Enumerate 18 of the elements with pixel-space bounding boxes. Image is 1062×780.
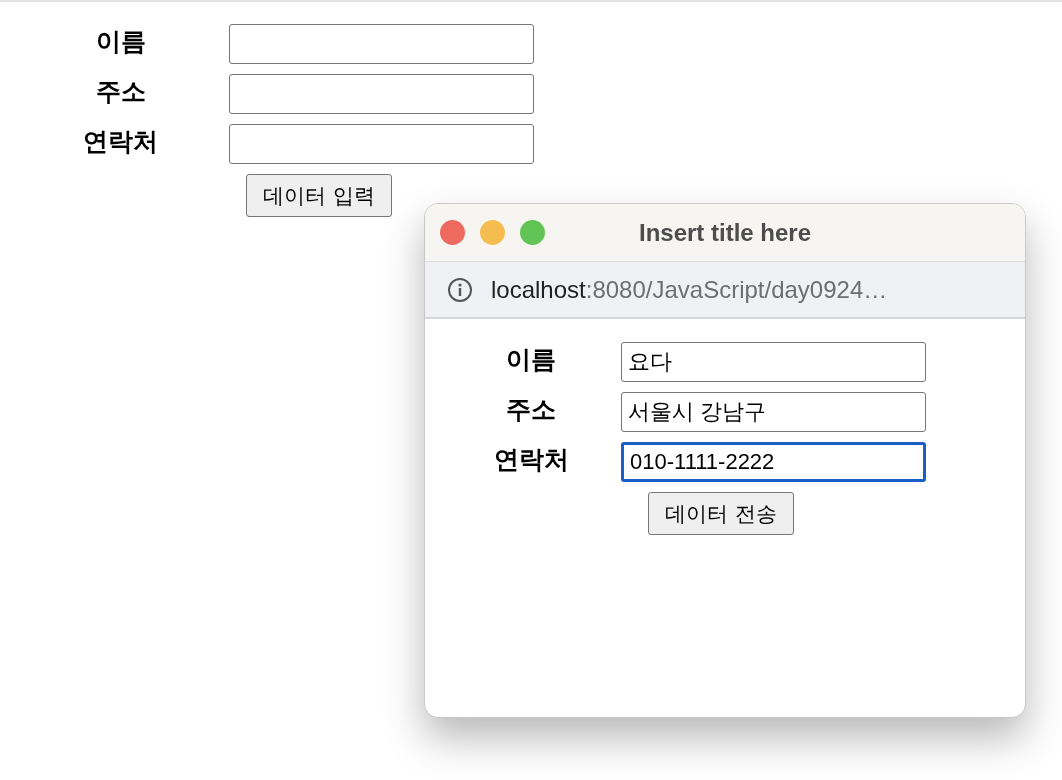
field-label: 연락처	[82, 126, 159, 158]
input-field[interactable]: 요다	[621, 342, 926, 382]
field-label: 주소	[94, 76, 147, 108]
field-label: 연락처	[492, 444, 570, 476]
input-field[interactable]	[229, 74, 534, 114]
info-icon[interactable]	[447, 276, 473, 303]
input-field[interactable]	[229, 124, 534, 164]
field-label: 이름	[505, 344, 557, 376]
submit-button[interactable]: 데이터 입력	[246, 174, 392, 217]
field-label: 주소	[505, 394, 557, 426]
window-title: Insert title here	[638, 218, 812, 247]
send-button[interactable]: 데이터 전송	[648, 492, 794, 535]
input-field[interactable]: 서울시 강남구	[621, 392, 926, 432]
input-field[interactable]: 010-1111-2222	[621, 442, 926, 482]
input-field[interactable]	[229, 24, 534, 64]
field-label: 이름	[94, 26, 147, 58]
close-icon[interactable]	[440, 220, 465, 245]
url-text: localhost:8080/JavaScript/day0924…	[491, 275, 888, 304]
